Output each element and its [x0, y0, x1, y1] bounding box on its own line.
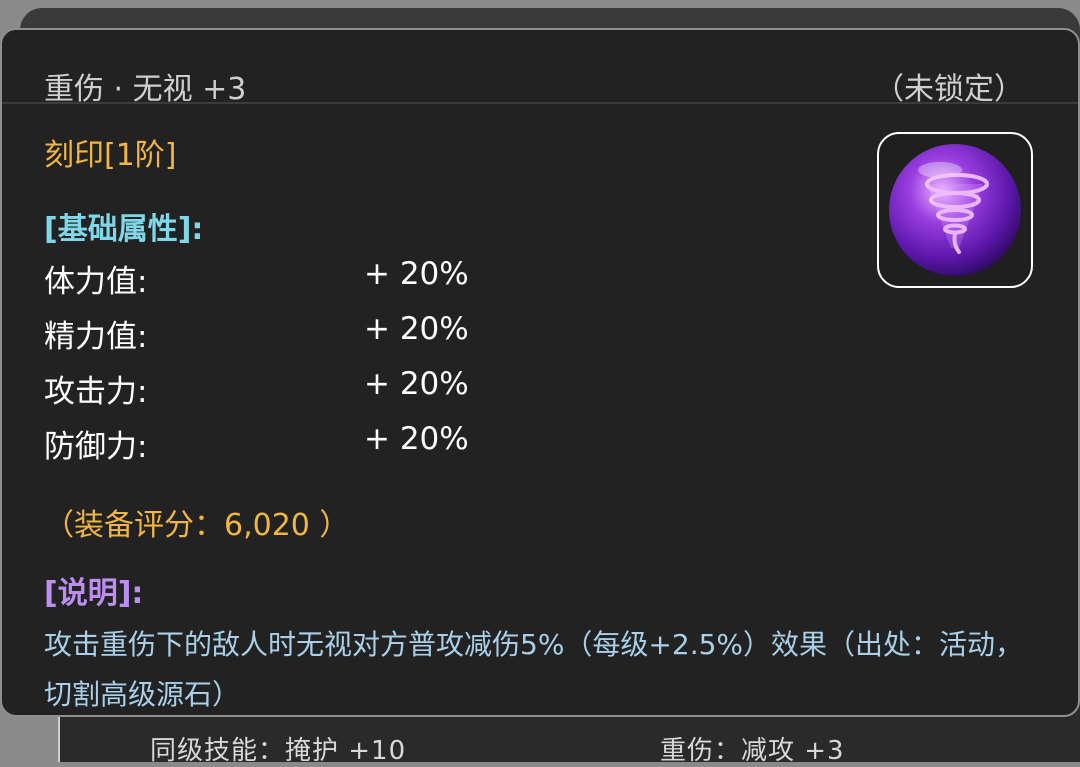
attribute-label: 攻击力: [44, 374, 148, 410]
attribute-row: 攻击力: + 20% [44, 366, 544, 421]
attribute-row: 防御力: + 20% [44, 421, 544, 476]
attribute-row: 精力值: + 20% [44, 311, 544, 366]
attribute-label: 体力值: [44, 264, 148, 300]
attribute-value: + 20% [364, 366, 469, 402]
attribute-label: 防御力: [44, 429, 148, 465]
background-skill-text: 同级技能：掩护 +10 [150, 736, 407, 766]
description-text: 攻击重伤下的敌人时无视对方普攻减伤5%（每级+2.5%）效果（出处：活动，切割高… [44, 628, 1024, 711]
attribute-label: 精力值: [44, 319, 148, 355]
attribute-value: + 20% [364, 256, 469, 292]
base-attributes-title: [基础属性]: [44, 212, 204, 247]
attribute-value: + 20% [364, 421, 469, 457]
item-tooltip: 重伤 · 无视 +3 （未锁定） 刻印[1阶] [基础属性]: 体力值: + 2… [0, 28, 1080, 717]
attribute-value: + 20% [364, 311, 469, 347]
title-divider [2, 102, 1078, 104]
attribute-row: 体力值: + 20% [44, 256, 544, 311]
purple-tornado-orb-icon [889, 144, 1021, 276]
item-tier: 刻印[1阶] [44, 138, 177, 173]
attribute-list: 体力值: + 20% 精力值: + 20% 攻击力: + 20% 防御力: + … [44, 256, 544, 476]
background-effect-text: 重伤：减攻 +3 [660, 736, 845, 766]
item-icon-frame [877, 132, 1033, 288]
equipment-score: （装备评分：6,020 ） [44, 508, 350, 543]
description-title: [说明]: [44, 576, 144, 611]
